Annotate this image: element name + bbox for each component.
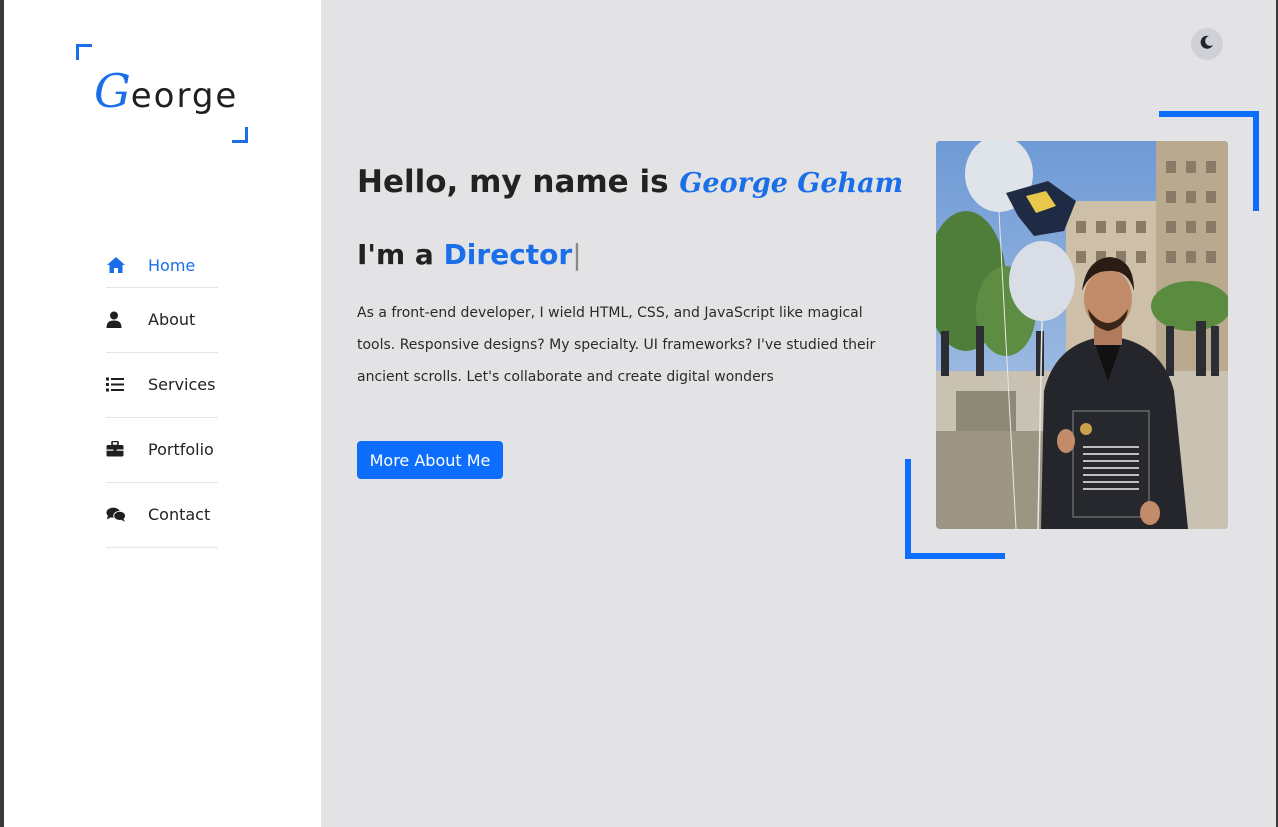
- sidebar-item-services[interactable]: Services: [106, 353, 218, 418]
- sidebar-item-home[interactable]: Home: [106, 242, 218, 288]
- sidebar-item-label: Portfolio: [148, 440, 214, 459]
- sidebar-item-portfolio[interactable]: Portfolio: [106, 418, 218, 483]
- profile-photo: [936, 141, 1228, 529]
- sidebar-item-label: About: [148, 310, 196, 329]
- hero-name: George Geham: [679, 168, 904, 199]
- sidebar-nav: Home About Services Portfolio Contact: [106, 242, 218, 548]
- role-prefix: I'm a: [357, 238, 444, 271]
- list-icon: [106, 375, 126, 393]
- hero-role: I'm a Director|: [357, 238, 582, 271]
- greeting-text: Hello, my name is: [357, 164, 680, 200]
- logo[interactable]: George: [76, 44, 248, 143]
- logo-rest: eorge: [130, 76, 239, 116]
- role-word: Director: [443, 238, 573, 271]
- sidebar-item-label: Home: [148, 256, 196, 275]
- logo-corner-bottom-right: [232, 127, 248, 143]
- typing-cursor: |: [572, 238, 582, 271]
- profile-photo-frame: [905, 111, 1259, 559]
- user-icon: [106, 310, 126, 328]
- more-about-me-button[interactable]: More About Me: [357, 441, 503, 479]
- logo-initial: G: [94, 64, 131, 118]
- briefcase-icon: [106, 440, 126, 458]
- sidebar: George Home About Services Portfolio Con…: [4, 0, 321, 827]
- logo-corner-top-left: [76, 44, 92, 60]
- theme-toggle-button[interactable]: [1191, 28, 1223, 60]
- main-content: Hello, my name is George Geham I'm a Dir…: [321, 0, 1276, 827]
- sidebar-item-label: Services: [148, 375, 216, 394]
- hero-greeting: Hello, my name is George Geham: [357, 164, 903, 200]
- hero-bio: As a front-end developer, I wield HTML, …: [357, 305, 876, 385]
- sidebar-item-contact[interactable]: Contact: [106, 483, 218, 548]
- comments-icon: [106, 505, 126, 523]
- home-icon: [106, 256, 126, 274]
- sidebar-item-label: Contact: [148, 505, 211, 524]
- app-window: George Home About Services Portfolio Con…: [4, 0, 1276, 827]
- sidebar-item-about[interactable]: About: [106, 288, 218, 353]
- moon-icon: [1200, 35, 1214, 54]
- logo-text: George: [94, 64, 238, 118]
